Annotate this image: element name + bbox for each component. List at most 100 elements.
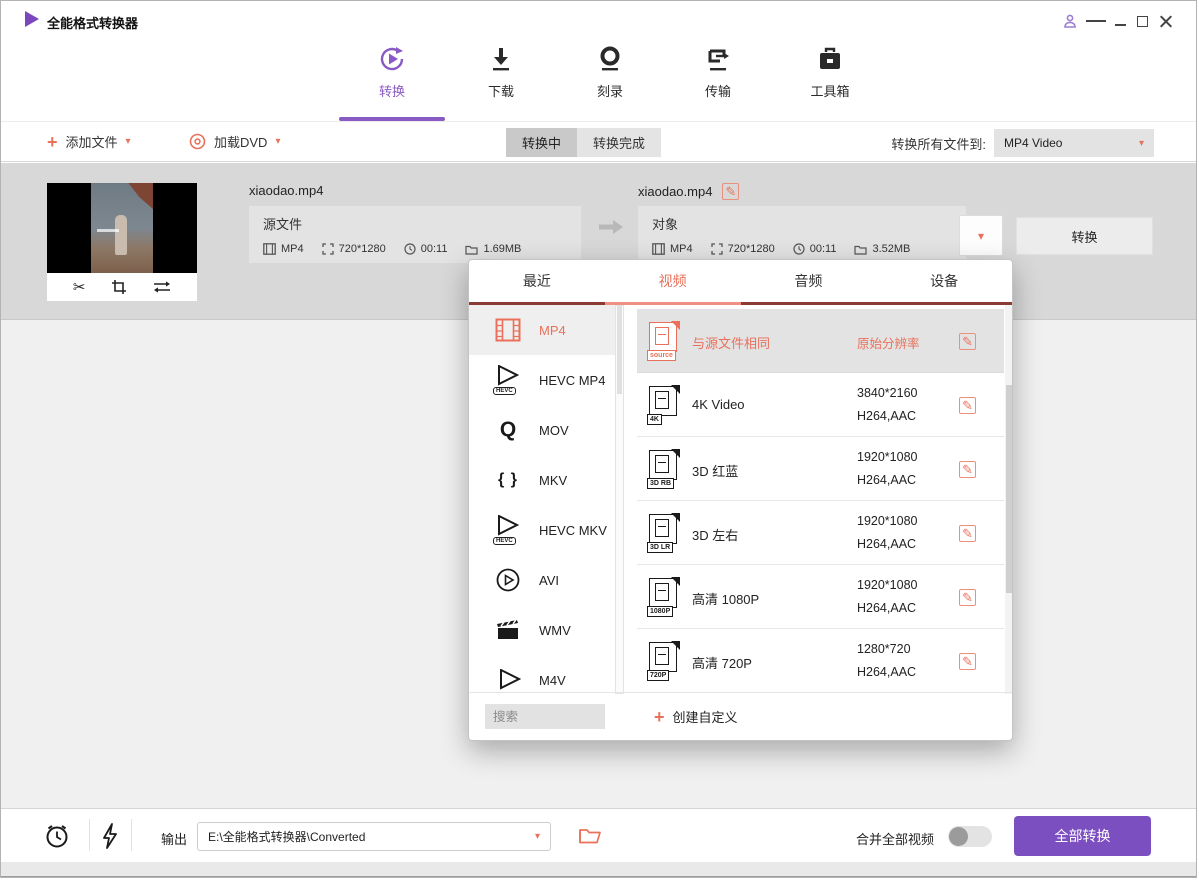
format-item-hevc-mkv[interactable]: HEVC HEVC MKV	[469, 505, 615, 555]
create-custom-button[interactable]: + 创建自定义	[654, 707, 738, 726]
maximize-button[interactable]	[1132, 12, 1152, 30]
edit-preset-icon[interactable]: ✎	[959, 461, 976, 478]
merge-all-label: 合并全部视频	[856, 829, 934, 848]
popup-tab-device[interactable]: 设备	[876, 260, 1012, 305]
preset-file-icon: 3D RB	[649, 450, 679, 487]
format-label: HEVC MKV	[539, 523, 607, 538]
format-label: WMV	[539, 623, 571, 638]
source-size: 1.69MB	[465, 243, 521, 255]
popup-footer: + 创建自定义	[469, 692, 1012, 740]
load-dvd-label: 加载DVD	[214, 132, 267, 151]
format-item-hevc-mp4[interactable]: HEVC HEVC MP4	[469, 355, 615, 405]
popup-body: MP4 HEVC HEVC MP4 Q MOV { }	[469, 305, 1012, 694]
target-file-name: xiaodao.mp4	[638, 184, 712, 199]
load-dvd-button[interactable]: 加载DVD ▾	[189, 122, 280, 161]
preset-resolution: 3840*2160	[857, 386, 917, 400]
video-thumbnail[interactable]: ✂	[47, 183, 197, 301]
adjust-icon[interactable]	[153, 280, 171, 294]
crop-icon[interactable]	[111, 279, 127, 295]
bottombar: 输出 E:\全能格式转换器\Converted ▾ 合并全部视频 全部转换	[1, 808, 1196, 862]
account-icon[interactable]	[1060, 12, 1080, 30]
preset-list: source 与源文件相同 原始分辨率 ✎ 4K 4K Video 3840*2…	[637, 305, 1012, 694]
close-button[interactable]	[1156, 12, 1176, 30]
edit-preset-icon[interactable]: ✎	[959, 525, 976, 542]
target-size: 3.52MB	[854, 243, 910, 255]
source-format: MP4	[263, 243, 304, 255]
target-duration: 00:11	[793, 243, 837, 255]
edit-preset-icon[interactable]: ✎	[959, 333, 976, 350]
preset-name: 高清 720P	[692, 653, 752, 672]
nav-tab-convert[interactable]: 转换	[356, 43, 428, 100]
edit-preset-icon[interactable]: ✎	[959, 589, 976, 606]
hevc-icon: HEVC	[493, 515, 523, 545]
mp4-film-icon	[495, 318, 521, 342]
popup-tab-video[interactable]: 视频	[605, 260, 741, 305]
format-list-scrollbar[interactable]	[615, 305, 624, 694]
preset-name: 3D 左右	[692, 525, 738, 544]
rename-icon[interactable]: ✎	[722, 183, 739, 200]
main-area: ✂ xiaodao.mp4 源文件 MP	[1, 163, 1196, 808]
format-label: AVI	[539, 573, 559, 588]
preset-list-scrollbar[interactable]	[1005, 305, 1012, 694]
minimize-button[interactable]	[1110, 12, 1130, 30]
main-nav: 转换 下载 刻录 传输	[1, 35, 1196, 121]
source-file-name: xiaodao.mp4	[249, 183, 323, 198]
window-bottom-shade	[1, 876, 1196, 878]
nav-tab-transfer[interactable]: 传输	[682, 43, 754, 100]
edit-preset-icon[interactable]: ✎	[959, 397, 976, 414]
chevron-down-icon: ▾	[978, 229, 984, 243]
nav-tab-toolbox[interactable]: 工具箱	[794, 43, 866, 100]
preset-4k[interactable]: 4K 4K Video 3840*2160 H264,AAC ✎	[637, 373, 1004, 437]
preset-same-as-source[interactable]: source 与源文件相同 原始分辨率 ✎	[637, 309, 1004, 373]
app-logo-icon	[25, 11, 39, 27]
nav-tab-download[interactable]: 下载	[465, 43, 537, 100]
source-duration: 00:11	[404, 243, 448, 255]
popup-tab-audio[interactable]: 音频	[741, 260, 877, 305]
format-label: MOV	[539, 423, 569, 438]
source-panel-title: 源文件	[263, 214, 302, 233]
preset-hd-720p[interactable]: 720P 高清 720P 1280*720 H264,AAC ✎	[637, 629, 1004, 693]
output-format-select[interactable]: MP4 Video ▾	[994, 129, 1154, 157]
menu-icon[interactable]	[1086, 12, 1106, 30]
tab-converted[interactable]: 转换完成	[577, 128, 661, 157]
preset-hd-1080p[interactable]: 1080P 高清 1080P 1920*1080 H264,AAC ✎	[637, 565, 1004, 629]
format-item-mov[interactable]: Q MOV	[469, 405, 615, 455]
app-title: 全能格式转换器	[47, 13, 138, 32]
download-icon	[485, 43, 517, 75]
format-item-m4v[interactable]: M4V	[469, 655, 615, 694]
toggle-knob	[949, 827, 968, 846]
format-item-mp4[interactable]: MP4	[469, 305, 615, 355]
preset-resolution: 1920*1080	[857, 514, 917, 528]
merge-toggle[interactable]	[948, 826, 992, 847]
open-folder-icon[interactable]	[579, 826, 601, 844]
convert-file-button[interactable]: 转换	[1016, 217, 1153, 255]
format-item-wmv[interactable]: WMV	[469, 605, 615, 655]
add-files-button[interactable]: + 添加文件 ▾	[47, 122, 131, 161]
source-info-panel: 源文件 MP4 720*1280 00:11	[249, 206, 581, 263]
preset-name: 4K Video	[692, 397, 745, 412]
preset-3d-lr[interactable]: 3D LR 3D 左右 1920*1080 H264,AAC ✎	[637, 501, 1004, 565]
preset-name: 与源文件相同	[692, 333, 770, 352]
preset-3d-rb[interactable]: 3D RB 3D 红蓝 1920*1080 H264,AAC ✎	[637, 437, 1004, 501]
format-item-avi[interactable]: AVI	[469, 555, 615, 605]
edit-preset-icon[interactable]: ✎	[959, 653, 976, 670]
performance-icon[interactable]	[101, 823, 119, 849]
preset-resolution: 1280*720	[857, 642, 911, 656]
toolbox-icon	[814, 43, 846, 75]
target-format-dropdown-button[interactable]: ▾	[959, 215, 1003, 256]
window-footer-gap	[1, 862, 1196, 876]
folder-icon	[465, 244, 478, 255]
app-window: 全能格式转换器 转换 下载	[0, 0, 1197, 878]
search-input[interactable]	[485, 704, 605, 729]
nav-label-convert: 转换	[356, 81, 428, 100]
popup-tab-recent[interactable]: 最近	[469, 260, 605, 305]
format-item-mkv[interactable]: { } MKV	[469, 455, 615, 505]
schedule-icon[interactable]	[44, 823, 70, 849]
trim-icon[interactable]: ✂	[73, 280, 86, 295]
convert-all-button[interactable]: 全部转换	[1014, 816, 1151, 856]
tab-converting[interactable]: 转换中	[506, 128, 577, 157]
output-path-select[interactable]: E:\全能格式转换器\Converted ▾	[197, 822, 551, 851]
nav-tab-burn[interactable]: 刻录	[574, 43, 646, 100]
dvd-icon	[189, 133, 206, 150]
source-resolution: 720*1280	[322, 243, 386, 255]
